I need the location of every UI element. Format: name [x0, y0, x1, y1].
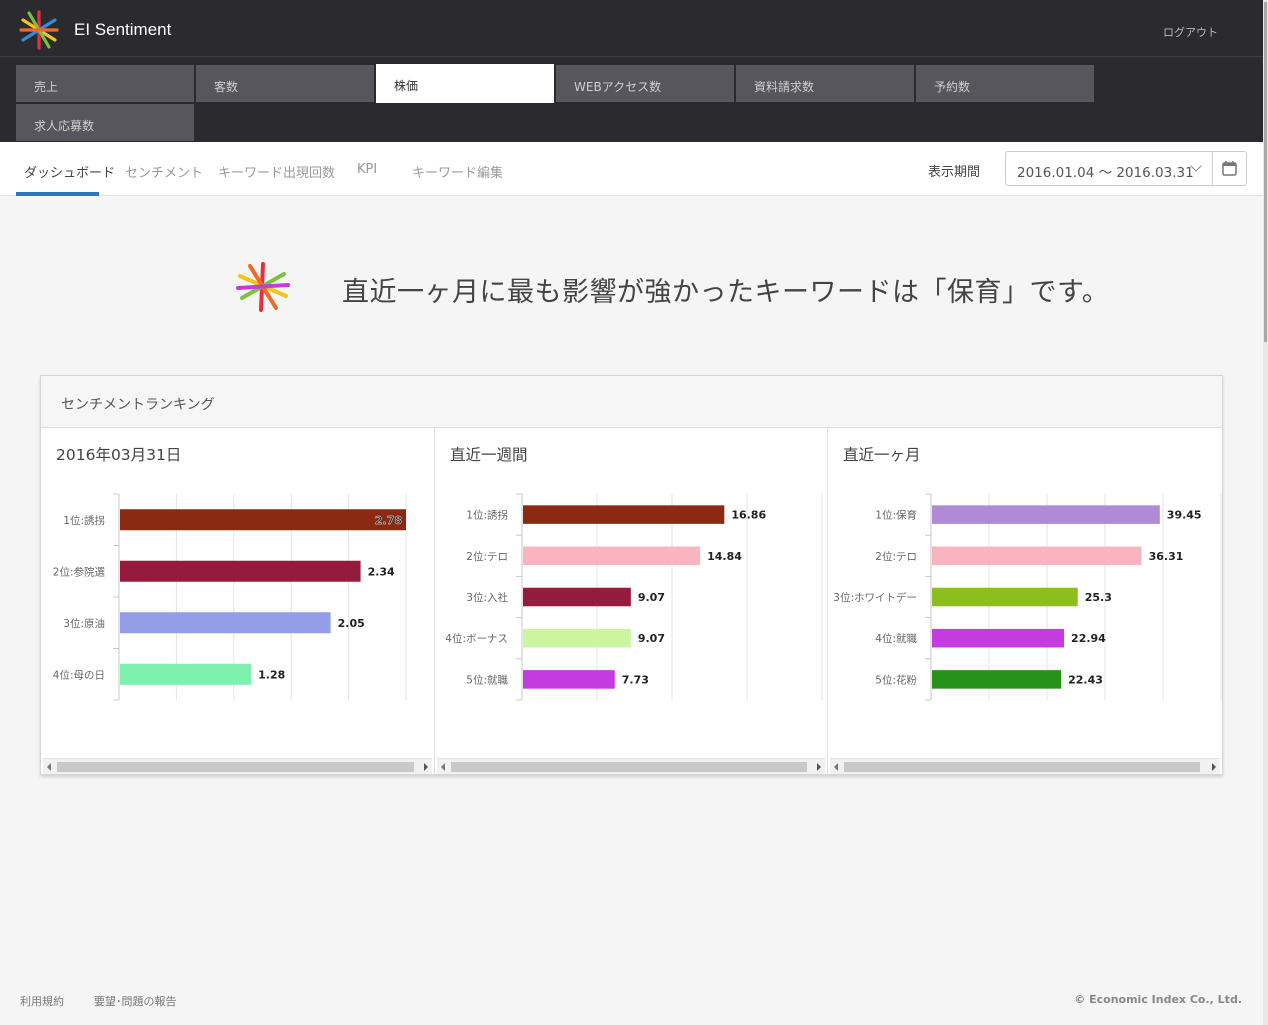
category-tab-sales[interactable]: 売上 [16, 65, 194, 102]
scroll-left-icon[interactable] [834, 763, 838, 771]
category-label: 1位:保育 [875, 509, 917, 522]
scroll-left-icon[interactable] [47, 763, 51, 771]
bar [932, 505, 1160, 524]
bar [523, 670, 615, 689]
sentiment-logo-icon [236, 262, 290, 312]
panel-title: センチメントランキング [61, 397, 215, 413]
category-label: 4位:母の日 [53, 668, 105, 681]
category-tab-reservations[interactable]: 予約数 [916, 65, 1094, 102]
horizontal-scrollbar[interactable] [437, 758, 825, 774]
bar [932, 670, 1062, 689]
ranking-column-day: 2016年03月31日 1位:誘拐 2.78 2位:参院選 2.34 3位:原油 2.05… [41, 428, 434, 774]
tab-keyword-edit[interactable]: キーワード編集 [412, 162, 503, 196]
value-label: 16.86 [731, 509, 766, 522]
category-tab-web-access[interactable]: WEBアクセス数 [556, 65, 734, 102]
bar [523, 546, 701, 566]
category-label: 3位:原油 [63, 617, 105, 630]
bar [932, 546, 1142, 566]
chart-title: 直近一週間 [450, 446, 528, 464]
bar [120, 560, 361, 582]
app-name: EI Sentiment [74, 20, 172, 39]
scroll-right-icon[interactable] [817, 763, 821, 771]
top-header: EI Sentiment ログアウト [0, 0, 1268, 57]
tab-sentiment[interactable]: センチメント [125, 162, 203, 196]
category-tab-job-applications[interactable]: 求人応募数 [16, 104, 194, 141]
bar-chart-day: 1位:誘拐 2.78 2位:参院選 2.34 3位:原油 2.05 4位:母の日 1.28 [53, 493, 407, 701]
logout-link[interactable]: ログアウト [1163, 24, 1218, 40]
active-tab-indicator [16, 192, 99, 196]
value-label: 9.07 [638, 591, 665, 604]
value-label: 22.94 [1071, 632, 1106, 645]
chart-title: 直近一ヶ月 [843, 446, 921, 464]
page-scrollbar[interactable] [1263, 0, 1268, 1025]
category-label: 2位:参院選 [53, 565, 106, 578]
category-label: 2位:テロ [875, 550, 917, 563]
scroll-right-icon[interactable] [1212, 763, 1216, 771]
bar [523, 587, 631, 607]
horizontal-scrollbar[interactable] [830, 758, 1220, 774]
scroll-thumb[interactable] [57, 762, 414, 772]
tab-dashboard[interactable]: ダッシュボード [24, 162, 115, 196]
period-value: 2016.01.04 ～ 2016.03.31 [1017, 165, 1194, 181]
value-label: 7.73 [622, 673, 649, 686]
bar [932, 587, 1078, 607]
scroll-right-icon[interactable] [424, 763, 428, 771]
page-scroll-thumb[interactable] [1264, 2, 1267, 342]
brand-logo-icon[interactable] [17, 8, 61, 52]
bar [523, 505, 725, 524]
category-tab-document-requests[interactable]: 資料請求数 [736, 65, 914, 102]
scroll-thumb[interactable] [451, 762, 807, 772]
chart-title: 2016年03月31日 [56, 446, 182, 464]
period-select[interactable]: 2016.01.04 ～ 2016.03.31 [1005, 151, 1213, 186]
category-label: 5位:就職 [466, 673, 508, 686]
category-label: 2位:テロ [466, 550, 508, 563]
panel-header: センチメントランキング [41, 376, 1222, 428]
category-label: 3位:入社 [466, 591, 508, 604]
tab-kpi[interactable]: KPI [357, 162, 377, 196]
category-label: 5位:花粉 [875, 673, 917, 686]
period-label: 表示期間 [928, 165, 981, 180]
bar-chart-week: 1位:誘拐 16.86 2位:テロ 14.84 3位:入社 9.07 4位:ボーナス 9.07… [445, 493, 823, 701]
value-label: 2.34 [368, 565, 395, 578]
bar [120, 663, 252, 685]
value-label: 14.84 [707, 550, 742, 563]
report-link[interactable]: 要望･問題の報告 [94, 993, 177, 1009]
category-label: 1位:誘拐 [63, 514, 105, 527]
ranking-column-week: 直近一週間 1位:誘拐 16.86 2位:テロ 14.84 3位:入社 9.07 4位:ボー… [435, 428, 827, 774]
category-tab-stock-price[interactable]: 株価 [376, 64, 554, 103]
tab-keyword-count[interactable]: キーワード出現回数 [218, 162, 335, 196]
value-label: 22.43 [1068, 673, 1103, 686]
bar [523, 628, 631, 648]
category-tabs: 売上 客数 株価 WEBアクセス数 資料請求数 予約数 求人応募数 [0, 57, 1268, 142]
horizontal-scrollbar[interactable] [43, 758, 432, 774]
calendar-icon [1222, 161, 1237, 176]
value-label: 39.45 [1167, 509, 1202, 522]
copyright: © Economic Index Co., Ltd. [1074, 993, 1242, 1006]
bar-chart-month: 1位:保育 39.45 2位:テロ 36.31 3位:ホワイトデー 25.3 4位:就職 22… [833, 493, 1222, 701]
value-label: 2.78 [375, 514, 402, 527]
category-label: 4位:就職 [875, 632, 917, 645]
bar [120, 612, 331, 634]
sentiment-ranking-panel: センチメントランキング 2016年03月31日 1位:誘拐 2.78 2位:参院選 2… [40, 375, 1223, 775]
value-label: 36.31 [1149, 550, 1184, 563]
scroll-left-icon[interactable] [441, 763, 445, 771]
value-label: 25.3 [1085, 591, 1112, 604]
scroll-thumb[interactable] [844, 762, 1200, 772]
ranking-column-month: 直近一ヶ月 1位:保育 39.45 2位:テロ 36.31 3位:ホワイトデー 25.3 4… [828, 428, 1222, 774]
category-label: 1位:誘拐 [466, 509, 508, 522]
value-label: 1.28 [258, 668, 285, 681]
headline: 直近一ヶ月に最も影響が強かったキーワードは「保育」です。 [342, 277, 1110, 308]
terms-link[interactable]: 利用規約 [20, 993, 64, 1009]
category-tab-customers[interactable]: 客数 [196, 65, 374, 102]
category-label: 4位:ボーナス [445, 632, 508, 645]
calendar-button[interactable] [1212, 151, 1247, 186]
bar [932, 628, 1065, 648]
bar [120, 509, 406, 531]
value-label: 2.05 [338, 617, 365, 630]
category-label: 3位:ホワイトデー [833, 591, 917, 604]
sub-navigation: ダッシュボード センチメント キーワード出現回数 KPI キーワード編集 表示期… [0, 142, 1268, 196]
value-label: 9.07 [638, 632, 665, 645]
